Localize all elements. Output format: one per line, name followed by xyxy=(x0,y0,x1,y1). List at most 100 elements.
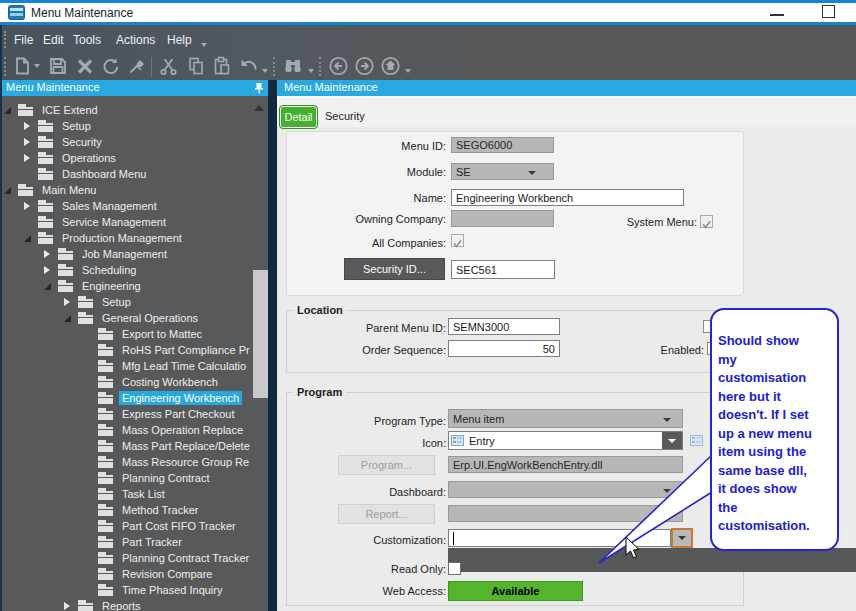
tree-item[interactable]: Engineering xyxy=(2,278,252,294)
minimize-button[interactable] xyxy=(770,14,784,16)
back-icon[interactable] xyxy=(328,55,350,77)
save-icon[interactable] xyxy=(48,56,68,76)
cut-icon[interactable] xyxy=(159,56,179,76)
tree-item[interactable]: Part Tracker xyxy=(2,534,252,550)
menubar-overflow-icon[interactable] xyxy=(201,43,207,47)
tree-item[interactable]: Production Management xyxy=(2,230,252,246)
undo-icon[interactable] xyxy=(238,56,260,76)
tree-collapsed-icon[interactable] xyxy=(64,602,78,610)
tree-collapsed-icon[interactable] xyxy=(24,122,38,130)
tree-item[interactable]: Service Management xyxy=(2,214,252,230)
read-only-checkbox[interactable] xyxy=(448,562,461,575)
program-type-dropdown[interactable]: Menu item xyxy=(448,409,683,428)
tree-item[interactable]: Operations xyxy=(2,150,252,166)
order-sequence-field[interactable]: 50 xyxy=(448,340,560,357)
panel-divider[interactable] xyxy=(268,80,277,611)
tree-item[interactable]: Job Management xyxy=(2,246,252,262)
tree-item[interactable]: Mass Operation Replace xyxy=(2,422,252,438)
folder-icon xyxy=(78,600,94,611)
dashboard-dropdown[interactable] xyxy=(448,481,683,498)
tree-item[interactable]: Security xyxy=(2,134,252,150)
pin-icon[interactable] xyxy=(254,82,264,94)
tree-item[interactable]: Setup xyxy=(2,294,252,310)
tree-collapsed-icon[interactable] xyxy=(24,202,38,210)
tree-collapsed-icon[interactable] xyxy=(44,250,58,258)
tree-scroll-up-icon[interactable] xyxy=(254,105,264,111)
text-caret xyxy=(453,532,454,545)
copy-icon[interactable] xyxy=(186,56,206,76)
tab-security[interactable]: Security xyxy=(325,110,365,122)
undo-dropdown-icon[interactable] xyxy=(262,69,268,73)
tree-collapsed-icon[interactable] xyxy=(44,266,58,274)
tree-item[interactable]: Method Tracker xyxy=(2,502,252,518)
new-icon[interactable] xyxy=(13,56,33,76)
tree-item[interactable]: Main Menu xyxy=(2,182,252,198)
tree-item[interactable]: Time Phased Inquiry xyxy=(2,582,252,598)
folder-icon xyxy=(98,376,114,388)
tree-item[interactable]: Costing Workbench xyxy=(2,374,252,390)
tree-collapsed-icon[interactable] xyxy=(24,154,38,162)
new-dropdown-icon[interactable] xyxy=(34,64,40,68)
tree-collapsed-icon[interactable] xyxy=(24,138,38,146)
clear-icon[interactable] xyxy=(127,56,147,76)
search-icon[interactable] xyxy=(283,56,305,76)
web-access-button[interactable]: Available xyxy=(448,581,583,601)
paste-icon[interactable] xyxy=(212,56,232,76)
tab-detail[interactable]: Detail xyxy=(279,105,318,129)
tree-item[interactable]: Part Cost FIFO Tracker xyxy=(2,518,252,534)
customization-combo[interactable] xyxy=(448,529,671,547)
tree-item[interactable]: Revision Compare xyxy=(2,566,252,582)
tree-expanded-icon[interactable] xyxy=(44,283,58,290)
icon-dropdown-button[interactable] xyxy=(662,432,682,449)
security-id-field[interactable]: SEC561 xyxy=(451,260,555,279)
tree-item[interactable]: Planning Contract xyxy=(2,470,252,486)
app-icon xyxy=(8,5,25,20)
module-label: Module: xyxy=(346,166,446,178)
tree-item[interactable]: ICE Extend xyxy=(2,102,252,118)
tree-item[interactable]: RoHS Part Compliance Pr xyxy=(2,342,252,358)
menu-actions[interactable]: Actions xyxy=(116,33,155,47)
security-id-button[interactable]: Security ID... xyxy=(344,258,445,280)
module-dropdown[interactable]: SE xyxy=(451,163,554,180)
tree-item[interactable]: Express Part Checkout xyxy=(2,406,252,422)
tree-item-label: Mfg Lead Time Calculatio xyxy=(119,359,249,373)
refresh-icon[interactable] xyxy=(101,56,121,76)
tree-item[interactable]: Sales Management xyxy=(2,198,252,214)
tree-item[interactable]: Dashboard Menu xyxy=(2,166,252,182)
tree-item[interactable]: Scheduling xyxy=(2,262,252,278)
menu-help[interactable]: Help xyxy=(167,33,192,47)
tree-item-label: ICE Extend xyxy=(39,103,101,117)
icon-dropdown[interactable]: Entry xyxy=(448,431,683,450)
search-dropdown-icon[interactable] xyxy=(308,69,314,73)
customization-dropdown-button[interactable] xyxy=(671,528,693,548)
tree-expanded-icon[interactable] xyxy=(4,187,18,194)
tree-item[interactable]: Mass Part Replace/Delete xyxy=(2,438,252,454)
menu-edit[interactable]: Edit xyxy=(43,33,64,47)
tree-item[interactable]: Engineering Workbench xyxy=(2,390,252,406)
folder-icon xyxy=(38,136,54,148)
menu-file[interactable]: File xyxy=(14,33,33,47)
delete-icon[interactable] xyxy=(75,56,95,76)
home-icon[interactable] xyxy=(380,55,402,77)
tree-item[interactable]: Mfg Lead Time Calculatio xyxy=(2,358,252,374)
tree-collapsed-icon[interactable] xyxy=(64,298,78,306)
menu-tools[interactable]: Tools xyxy=(73,33,101,47)
maximize-button[interactable] xyxy=(822,5,835,18)
tree-scrollbar[interactable] xyxy=(253,270,268,398)
tree-expanded-icon[interactable] xyxy=(24,235,38,242)
forward-icon[interactable] xyxy=(354,55,376,77)
tree-item[interactable]: General Operations xyxy=(2,310,252,326)
home-dropdown-icon[interactable] xyxy=(405,69,411,73)
tree-item[interactable]: Reports xyxy=(2,598,252,611)
tree-item[interactable]: Mass Resource Group Re xyxy=(2,454,252,470)
customization-dropdown-list[interactable] xyxy=(448,548,856,572)
tree-expanded-icon[interactable] xyxy=(4,107,18,114)
parent-menu-id-field[interactable]: SEMN3000 xyxy=(448,318,560,335)
name-field[interactable]: Engineering Workbench xyxy=(451,189,684,206)
tree-item[interactable]: Planning Contract Tracker xyxy=(2,550,252,566)
tree-item[interactable]: Task List xyxy=(2,486,252,502)
order-sequence-label: Order Sequence: xyxy=(340,344,446,356)
tree-item[interactable]: Setup xyxy=(2,118,252,134)
tree-expanded-icon[interactable] xyxy=(64,315,78,322)
tree-item[interactable]: Export to Mattec xyxy=(2,326,252,342)
